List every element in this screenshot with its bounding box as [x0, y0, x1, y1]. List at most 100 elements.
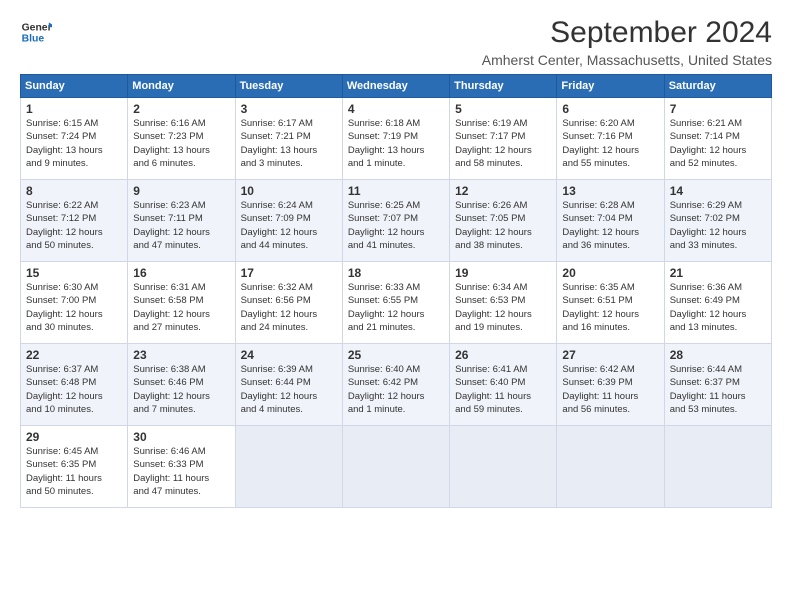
day-number: 1: [26, 102, 122, 116]
calendar-cell: [664, 426, 771, 508]
day-number: 26: [455, 348, 551, 362]
calendar-cell: 6Sunrise: 6:20 AMSunset: 7:16 PMDaylight…: [557, 98, 664, 180]
calendar-cell: 28Sunrise: 6:44 AMSunset: 6:37 PMDayligh…: [664, 344, 771, 426]
day-info: Sunrise: 6:46 AMSunset: 6:33 PMDaylight:…: [133, 445, 229, 498]
col-monday: Monday: [128, 75, 235, 98]
day-number: 15: [26, 266, 122, 280]
day-number: 10: [241, 184, 337, 198]
calendar-header: Sunday Monday Tuesday Wednesday Thursday…: [21, 75, 772, 98]
day-number: 3: [241, 102, 337, 116]
day-info: Sunrise: 6:41 AMSunset: 6:40 PMDaylight:…: [455, 363, 551, 416]
day-number: 2: [133, 102, 229, 116]
calendar-cell: [557, 426, 664, 508]
svg-text:Blue: Blue: [22, 34, 45, 45]
day-info: Sunrise: 6:38 AMSunset: 6:46 PMDaylight:…: [133, 363, 229, 416]
calendar-cell: 11Sunrise: 6:25 AMSunset: 7:07 PMDayligh…: [342, 180, 449, 262]
calendar-cell: 13Sunrise: 6:28 AMSunset: 7:04 PMDayligh…: [557, 180, 664, 262]
calendar-cell: 17Sunrise: 6:32 AMSunset: 6:56 PMDayligh…: [235, 262, 342, 344]
title-block: September 2024 Amherst Center, Massachus…: [482, 16, 772, 68]
calendar-cell: 26Sunrise: 6:41 AMSunset: 6:40 PMDayligh…: [450, 344, 557, 426]
calendar-cell: 23Sunrise: 6:38 AMSunset: 6:46 PMDayligh…: [128, 344, 235, 426]
calendar-week-4: 22Sunrise: 6:37 AMSunset: 6:48 PMDayligh…: [21, 344, 772, 426]
calendar-cell: 27Sunrise: 6:42 AMSunset: 6:39 PMDayligh…: [557, 344, 664, 426]
calendar-body: 1Sunrise: 6:15 AMSunset: 7:24 PMDaylight…: [21, 98, 772, 508]
day-info: Sunrise: 6:22 AMSunset: 7:12 PMDaylight:…: [26, 199, 122, 252]
logo: General Blue: [20, 16, 52, 48]
calendar-cell: 1Sunrise: 6:15 AMSunset: 7:24 PMDaylight…: [21, 98, 128, 180]
day-number: 8: [26, 184, 122, 198]
calendar-cell: 14Sunrise: 6:29 AMSunset: 7:02 PMDayligh…: [664, 180, 771, 262]
calendar-cell: [450, 426, 557, 508]
day-number: 30: [133, 430, 229, 444]
day-info: Sunrise: 6:45 AMSunset: 6:35 PMDaylight:…: [26, 445, 122, 498]
header-row: Sunday Monday Tuesday Wednesday Thursday…: [21, 75, 772, 98]
calendar-week-1: 1Sunrise: 6:15 AMSunset: 7:24 PMDaylight…: [21, 98, 772, 180]
day-number: 28: [670, 348, 766, 362]
calendar-cell: 19Sunrise: 6:34 AMSunset: 6:53 PMDayligh…: [450, 262, 557, 344]
col-wednesday: Wednesday: [342, 75, 449, 98]
day-number: 17: [241, 266, 337, 280]
calendar-cell: 15Sunrise: 6:30 AMSunset: 7:00 PMDayligh…: [21, 262, 128, 344]
calendar-cell: 12Sunrise: 6:26 AMSunset: 7:05 PMDayligh…: [450, 180, 557, 262]
day-info: Sunrise: 6:19 AMSunset: 7:17 PMDaylight:…: [455, 117, 551, 170]
day-info: Sunrise: 6:20 AMSunset: 7:16 PMDaylight:…: [562, 117, 658, 170]
day-number: 19: [455, 266, 551, 280]
day-info: Sunrise: 6:36 AMSunset: 6:49 PMDaylight:…: [670, 281, 766, 334]
day-info: Sunrise: 6:30 AMSunset: 7:00 PMDaylight:…: [26, 281, 122, 334]
logo-icon: General Blue: [20, 16, 52, 48]
day-info: Sunrise: 6:29 AMSunset: 7:02 PMDaylight:…: [670, 199, 766, 252]
calendar-cell: 18Sunrise: 6:33 AMSunset: 6:55 PMDayligh…: [342, 262, 449, 344]
header: General Blue September 2024 Amherst Cent…: [20, 16, 772, 68]
day-number: 24: [241, 348, 337, 362]
calendar-week-2: 8Sunrise: 6:22 AMSunset: 7:12 PMDaylight…: [21, 180, 772, 262]
day-number: 14: [670, 184, 766, 198]
day-info: Sunrise: 6:32 AMSunset: 6:56 PMDaylight:…: [241, 281, 337, 334]
day-number: 13: [562, 184, 658, 198]
day-info: Sunrise: 6:44 AMSunset: 6:37 PMDaylight:…: [670, 363, 766, 416]
day-number: 12: [455, 184, 551, 198]
page: General Blue September 2024 Amherst Cent…: [0, 0, 792, 612]
calendar-cell: 2Sunrise: 6:16 AMSunset: 7:23 PMDaylight…: [128, 98, 235, 180]
day-info: Sunrise: 6:15 AMSunset: 7:24 PMDaylight:…: [26, 117, 122, 170]
day-number: 7: [670, 102, 766, 116]
col-sunday: Sunday: [21, 75, 128, 98]
calendar-cell: 29Sunrise: 6:45 AMSunset: 6:35 PMDayligh…: [21, 426, 128, 508]
svg-text:General: General: [22, 22, 52, 33]
calendar-cell: 20Sunrise: 6:35 AMSunset: 6:51 PMDayligh…: [557, 262, 664, 344]
calendar-cell: 10Sunrise: 6:24 AMSunset: 7:09 PMDayligh…: [235, 180, 342, 262]
day-number: 22: [26, 348, 122, 362]
calendar-cell: 4Sunrise: 6:18 AMSunset: 7:19 PMDaylight…: [342, 98, 449, 180]
calendar-cell: 24Sunrise: 6:39 AMSunset: 6:44 PMDayligh…: [235, 344, 342, 426]
day-number: 20: [562, 266, 658, 280]
calendar-cell: [235, 426, 342, 508]
col-tuesday: Tuesday: [235, 75, 342, 98]
calendar-cell: 3Sunrise: 6:17 AMSunset: 7:21 PMDaylight…: [235, 98, 342, 180]
calendar-cell: 22Sunrise: 6:37 AMSunset: 6:48 PMDayligh…: [21, 344, 128, 426]
calendar-cell: 21Sunrise: 6:36 AMSunset: 6:49 PMDayligh…: [664, 262, 771, 344]
day-info: Sunrise: 6:42 AMSunset: 6:39 PMDaylight:…: [562, 363, 658, 416]
day-info: Sunrise: 6:37 AMSunset: 6:48 PMDaylight:…: [26, 363, 122, 416]
main-title: September 2024: [482, 16, 772, 50]
calendar-table: Sunday Monday Tuesday Wednesday Thursday…: [20, 74, 772, 508]
day-info: Sunrise: 6:28 AMSunset: 7:04 PMDaylight:…: [562, 199, 658, 252]
day-number: 23: [133, 348, 229, 362]
day-number: 16: [133, 266, 229, 280]
day-number: 6: [562, 102, 658, 116]
day-info: Sunrise: 6:23 AMSunset: 7:11 PMDaylight:…: [133, 199, 229, 252]
day-info: Sunrise: 6:24 AMSunset: 7:09 PMDaylight:…: [241, 199, 337, 252]
day-info: Sunrise: 6:17 AMSunset: 7:21 PMDaylight:…: [241, 117, 337, 170]
calendar-cell: 25Sunrise: 6:40 AMSunset: 6:42 PMDayligh…: [342, 344, 449, 426]
col-thursday: Thursday: [450, 75, 557, 98]
day-number: 21: [670, 266, 766, 280]
calendar-week-3: 15Sunrise: 6:30 AMSunset: 7:00 PMDayligh…: [21, 262, 772, 344]
day-info: Sunrise: 6:31 AMSunset: 6:58 PMDaylight:…: [133, 281, 229, 334]
day-number: 25: [348, 348, 444, 362]
calendar-week-5: 29Sunrise: 6:45 AMSunset: 6:35 PMDayligh…: [21, 426, 772, 508]
day-info: Sunrise: 6:25 AMSunset: 7:07 PMDaylight:…: [348, 199, 444, 252]
day-number: 18: [348, 266, 444, 280]
subtitle: Amherst Center, Massachusetts, United St…: [482, 52, 772, 68]
calendar-cell: 9Sunrise: 6:23 AMSunset: 7:11 PMDaylight…: [128, 180, 235, 262]
day-number: 11: [348, 184, 444, 198]
col-saturday: Saturday: [664, 75, 771, 98]
calendar-cell: 16Sunrise: 6:31 AMSunset: 6:58 PMDayligh…: [128, 262, 235, 344]
